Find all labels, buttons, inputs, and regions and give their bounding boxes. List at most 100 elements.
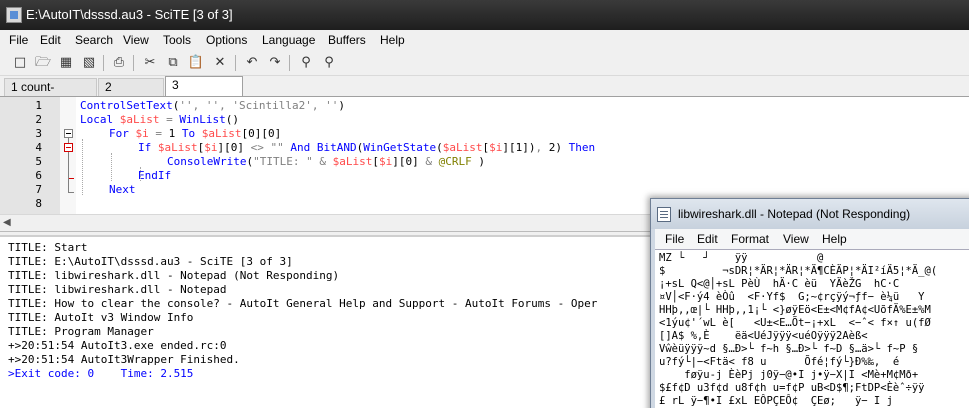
code-token: ) (555, 141, 562, 154)
line-number: 1 (35, 99, 42, 112)
output-line: +>20:51:54 AutoIt3.exe ended.rc:0 (8, 339, 227, 352)
code-editor[interactable]: 1 ControlSetText('', '', 'Scintilla2', ''… (0, 96, 969, 215)
code-token: ][ (254, 127, 268, 140)
tab-dsssd[interactable]: 3 dsssd.au3 (165, 76, 243, 109)
title-bar[interactable]: E:\AutoIT\dsssd.au3 - SciTE [3 of 3] (0, 0, 969, 30)
notepad-text-line: $ ¬sDR¦*ÄR¦*ÄR¦*Ä¶CÈÄP¦*ÄI²íÄ5¦*Ä_@( (659, 265, 938, 277)
notepad-text-line: MZ └ ┘ ÿÿ @ (659, 252, 824, 264)
toolbar-separator (133, 55, 134, 71)
find-icon[interactable]: ⚲ (297, 54, 315, 72)
code-token: $aList (119, 113, 160, 126)
line-number: 3 (35, 127, 42, 140)
notepad-text-area[interactable]: MZ └ ┘ ÿÿ @ $ ¬sDR¦*ÄR¦*ÄR¦*Ä¶CÈÄP¦*ÄI²íÄ… (655, 249, 969, 408)
toolbar-separator (103, 55, 104, 71)
code-token: ) (338, 99, 345, 112)
copy-icon[interactable]: ⧉ (164, 54, 182, 72)
notepad-window[interactable]: libwireshark.dll - Notepad (Not Respondi… (650, 198, 969, 408)
notepad-title-bar[interactable]: libwireshark.dll - Notepad (Not Respondi… (651, 199, 969, 229)
code-token: @CRLF (438, 155, 472, 168)
menu-edit[interactable]: Edit (40, 33, 61, 47)
notepad-menu-help[interactable]: Help (822, 232, 847, 246)
line-number: 7 (35, 183, 42, 196)
output-line: TITLE: Program Manager (8, 325, 154, 338)
cut-icon[interactable]: ✂ (141, 54, 159, 72)
delete-icon[interactable]: ✕ (211, 54, 229, 72)
notepad-text-line: Vŵèüÿÿÿ~d §…Ð>└ f~h §…Ð>└ f~D §…ä>└ f~P … (659, 343, 919, 355)
code-line[interactable]: 4 If $aList[$i][0] <> "" And BitAND(WinGe… (0, 141, 969, 155)
replace-icon[interactable]: ⚲ (320, 54, 338, 72)
code-token: , (192, 99, 206, 112)
code-token: & (312, 155, 333, 168)
notepad-menu-file[interactable]: File (665, 232, 684, 246)
print-icon[interactable]: ⎙ (110, 54, 128, 72)
save-icon[interactable]: ▦ (57, 54, 75, 72)
code-token: $i (204, 141, 218, 154)
code-line[interactable]: 2 Local $aList = WinList() (0, 113, 969, 127)
buffer-tabs: 1 count-do.au3 2 klog.au3 3 dsssd.au3 (0, 76, 969, 111)
code-line[interactable]: 6 EndIf (0, 169, 969, 183)
code-token: EndIf (138, 169, 172, 182)
line-number: 8 (35, 197, 42, 210)
code-line[interactable]: 7 Next (0, 183, 969, 197)
code-token: ControlSetText (80, 99, 173, 112)
menu-search[interactable]: Search (75, 33, 113, 47)
code-token: BitAND (316, 141, 357, 154)
code-token: ConsoleWrite (167, 155, 247, 168)
menu-language[interactable]: Language (262, 33, 315, 47)
code-token: , (219, 99, 233, 112)
tab-count-do[interactable]: 1 count-do.au3 (4, 78, 97, 111)
close-file-icon[interactable]: ▧ (80, 54, 98, 72)
notepad-icon[interactable] (657, 207, 671, 222)
menu-tools[interactable]: Tools (163, 33, 191, 47)
menu-view[interactable]: View (123, 33, 149, 47)
toolbar: □ 🗁 ▦ ▧ ⎙ ✂ ⧉ 📋 ✕ ↶ ↷ ⚲ ⚲ (0, 50, 969, 76)
notepad-text-line: £ rL ÿ−¶•I £xL EÔPÇEÔ¢ ÇEø; ÿ− I j (659, 395, 893, 407)
open-icon[interactable]: 🗁 (34, 54, 52, 72)
tab-klog[interactable]: 2 klog.au3 (98, 78, 164, 111)
code-token: ]) (522, 141, 536, 154)
code-token: <> (244, 141, 271, 154)
notepad-text-line: HHþ,,œ|└ HHþ,,1¡└ <}øÿEö<E±<M¢fA¢<UõfÄ%E… (659, 304, 931, 316)
code-line[interactable]: 3 For $i = 1 To $aList[0][0] (0, 127, 969, 141)
indent-guide (82, 139, 83, 195)
menu-bar: File Edit Search View Tools Options Lang… (0, 30, 969, 50)
code-token: = (159, 113, 180, 126)
code-token: , (311, 99, 326, 112)
code-token: 0 (268, 127, 275, 140)
scroll-left-icon[interactable]: ◀ (3, 217, 11, 228)
menu-options[interactable]: Options (206, 33, 247, 47)
window-title: E:\AutoIT\dsssd.au3 - SciTE [3 of 3] (26, 7, 233, 22)
scite-app-icon[interactable] (6, 7, 22, 23)
output-line: TITLE: AutoIt v3 Window Info (8, 311, 194, 324)
code-token: Next (109, 183, 136, 196)
code-token: ] (412, 155, 419, 168)
notepad-menu-view[interactable]: View (783, 232, 809, 246)
code-token: And (283, 141, 317, 154)
undo-icon[interactable]: ↶ (243, 54, 261, 72)
toolbar-separator (289, 55, 290, 71)
code-token: [ (372, 155, 379, 168)
code-line[interactable]: 1 ControlSetText('', '', 'Scintilla2', ''… (0, 99, 969, 113)
code-line[interactable]: 5 ConsoleWrite("TITLE: " & $aList[$i][0] … (0, 155, 969, 169)
menu-help[interactable]: Help (380, 33, 405, 47)
notepad-menu-edit[interactable]: Edit (697, 232, 718, 246)
menu-buffers[interactable]: Buffers (328, 33, 366, 47)
paste-icon[interactable]: 📋 (187, 54, 205, 72)
output-line: +>20:51:54 AutoIt3Wrapper Finished. (8, 353, 240, 366)
code-token: If (138, 141, 158, 154)
output-line: TITLE: libwireshark.dll - Notepad (8, 283, 227, 296)
notepad-text-line: $£f¢D u3f¢d u8f¢h u=f¢P uB<D$¶;FtDP<Èèˆ÷… (659, 382, 925, 394)
output-line: TITLE: libwireshark.dll - Notepad (Not R… (8, 269, 340, 282)
new-icon[interactable]: □ (11, 54, 29, 72)
code-token: Then (561, 141, 596, 154)
code-token: = (148, 127, 169, 140)
code-token: '' (325, 99, 339, 112)
notepad-text-line: []A$ %,È ëä<UéJÿÿÿ<uéOÿÿÿ2Aèß< (659, 330, 868, 342)
code-text: ConsoleWrite("TITLE: " & $aList[$i][0] &… (167, 155, 485, 169)
code-text: For $i = 1 To $aList[0][0] (109, 127, 281, 141)
notepad-menu-format[interactable]: Format (731, 232, 769, 246)
redo-icon[interactable]: ↷ (266, 54, 284, 72)
menu-file[interactable]: File (9, 33, 28, 47)
code-token: $aList (201, 127, 242, 140)
output-line: TITLE: E:\AutoIT\dsssd.au3 - SciTE [3 of… (8, 255, 293, 268)
